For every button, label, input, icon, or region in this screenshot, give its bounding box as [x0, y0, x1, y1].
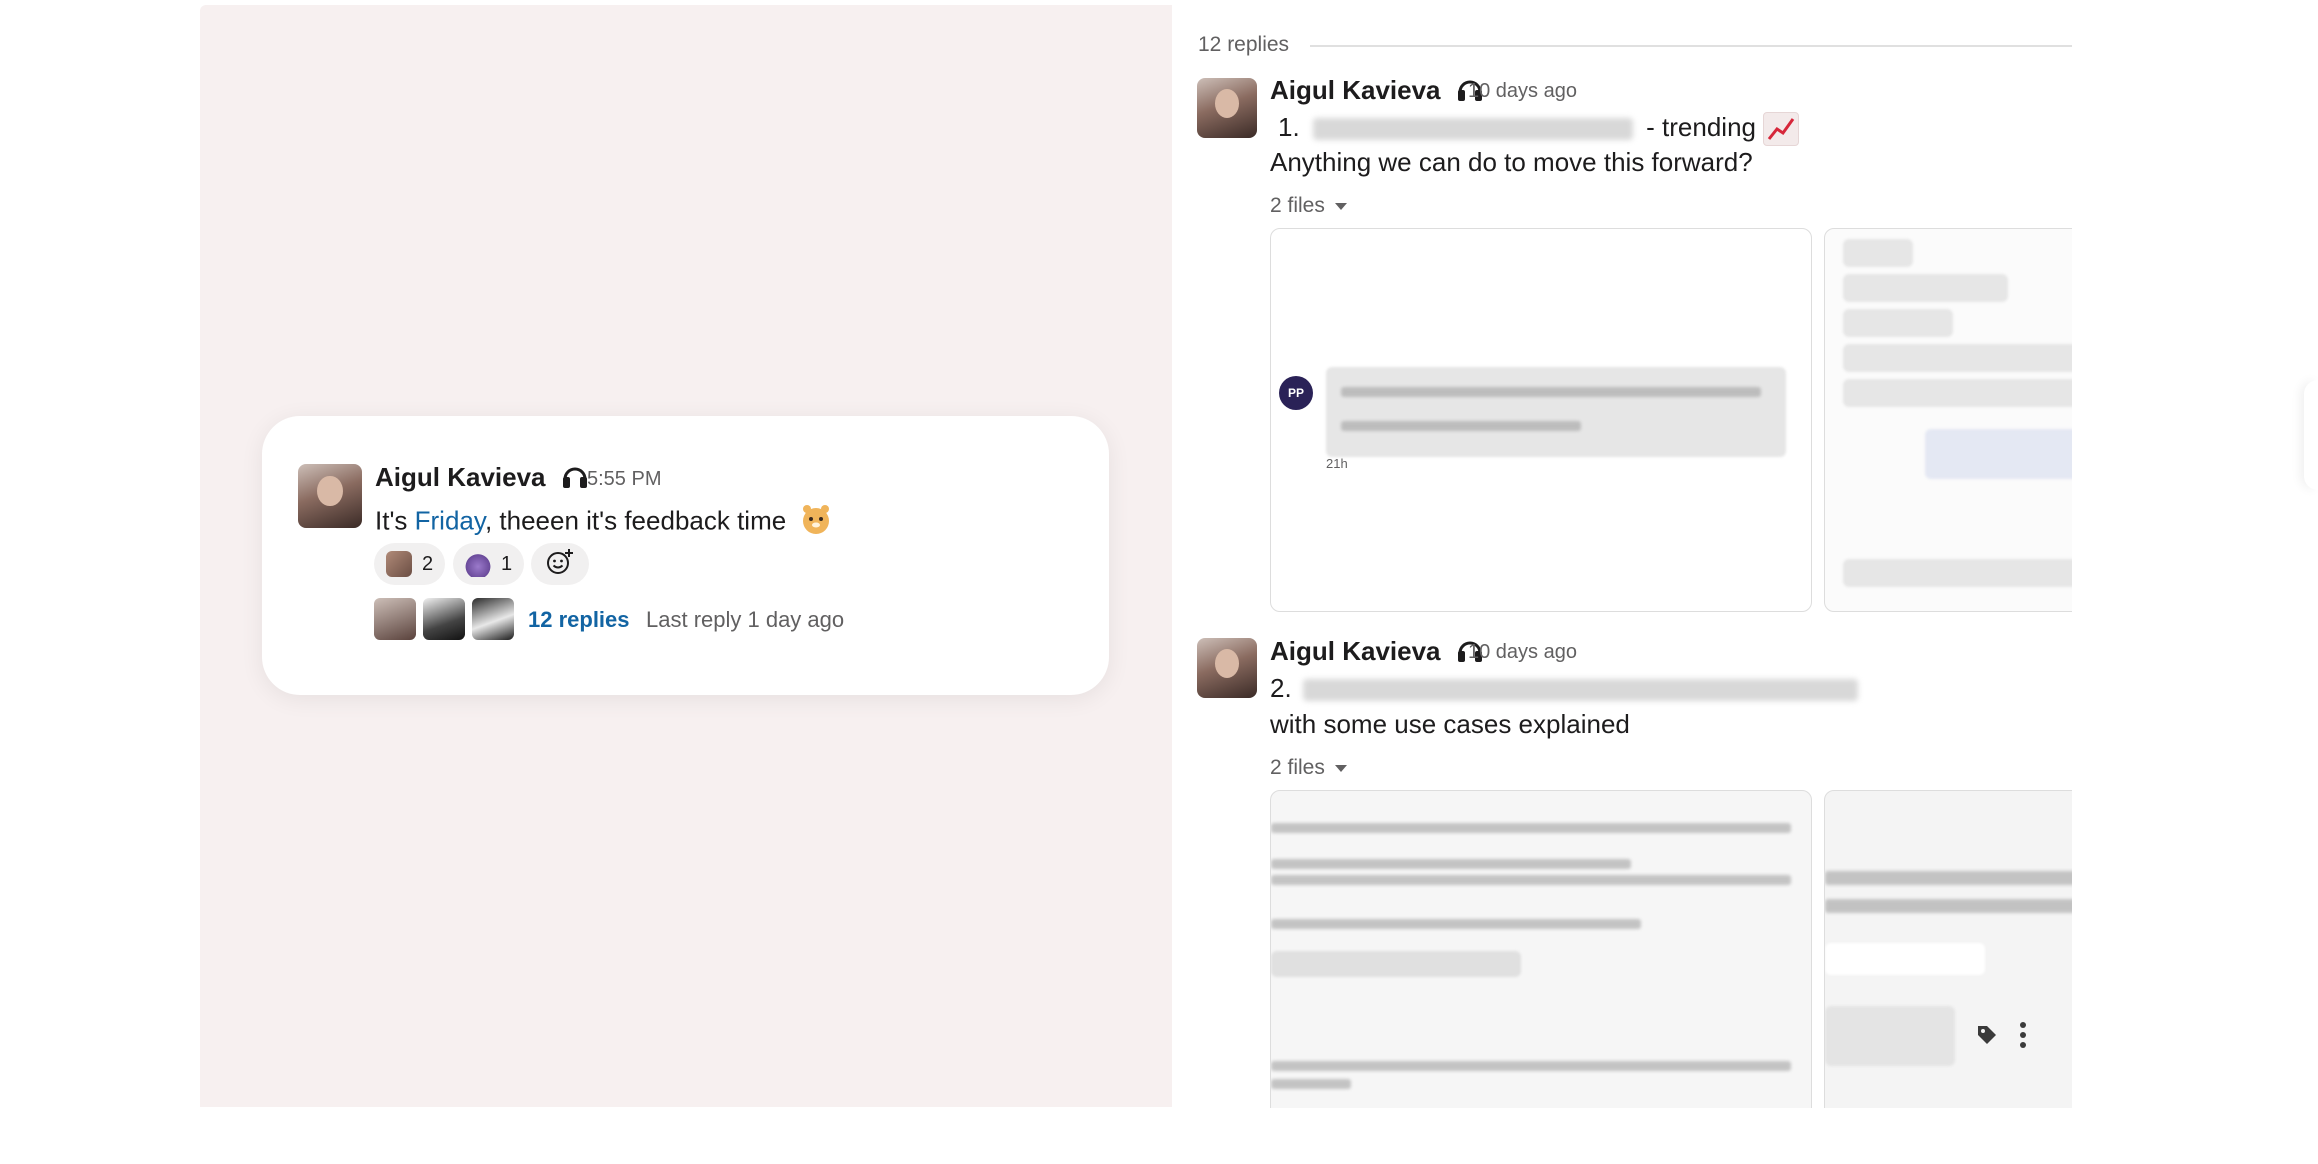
message-card[interactable]: Aigul Kavieva 5:55 PM It's Friday, theee…: [262, 416, 1109, 695]
scroll-edge: [2304, 380, 2318, 490]
replies-link[interactable]: 12 replies: [528, 607, 630, 633]
avatar[interactable]: [1197, 78, 1257, 138]
files-toggle[interactable]: 2 files: [1270, 756, 1347, 780]
redacted-text: [1302, 679, 1858, 702]
message-line: 1. - trending: [1278, 112, 1800, 147]
blurred-content: [1825, 871, 2072, 885]
reaction-button[interactable]: 1: [453, 543, 525, 585]
tag-icon: [1975, 1023, 1999, 1052]
blurred-content: [1271, 823, 1791, 833]
hamster-emoji-icon: [799, 502, 833, 543]
blurred-content: [1843, 344, 2072, 372]
blurred-content: [1271, 859, 1631, 869]
message-text: with some use cases explained: [1270, 709, 1630, 739]
file-preview[interactable]: [1824, 228, 2072, 612]
reply-avatar[interactable]: [374, 598, 416, 640]
blurred-content: [1271, 951, 1521, 977]
blurred-content: [1271, 875, 1791, 885]
file-preview[interactable]: [1824, 790, 2072, 1108]
blurred-content: [1271, 1061, 1791, 1071]
thread-panel: Aigul Kavieva 10 days ago 1. - trending …: [1172, 0, 2072, 1108]
files-toggle[interactable]: 2 files: [1270, 194, 1347, 218]
message-time[interactable]: 10 days ago: [1468, 80, 1577, 103]
blurred-content: [1825, 943, 1985, 975]
more-vertical-icon: [2019, 1021, 2027, 1054]
add-reaction-button[interactable]: [531, 543, 589, 585]
reaction-button[interactable]: 2: [374, 543, 446, 585]
message-time[interactable]: 5:55 PM: [587, 468, 661, 491]
author-name[interactable]: Aigul Kavieva: [1270, 636, 1484, 670]
author-name[interactable]: Aigul Kavieva: [375, 462, 589, 496]
caret-down-icon: [1334, 202, 1347, 210]
blurred-content: [1925, 429, 2072, 479]
caret-down-icon: [1334, 764, 1347, 772]
author-name[interactable]: Aigul Kavieva: [1270, 75, 1484, 109]
reply-avatar[interactable]: [423, 598, 465, 640]
blurred-content: [1326, 367, 1786, 457]
avatar[interactable]: [1197, 638, 1257, 698]
blurred-content: [1825, 899, 2072, 913]
message-text: It's Friday, theeen it's feedback time: [375, 502, 833, 543]
message-time[interactable]: 10 days ago: [1468, 641, 1577, 664]
blurred-content: [1271, 919, 1641, 929]
message-text: Anything we can do to move this forward?: [1270, 147, 1753, 177]
blurred-content: [1825, 1006, 1955, 1066]
avatar-badge: PP: [1279, 376, 1313, 410]
add-emoji-icon: [545, 547, 575, 582]
chart-increasing-icon: [1763, 112, 1800, 147]
friday-link[interactable]: Friday: [415, 505, 485, 535]
file-preview[interactable]: [1270, 790, 1812, 1108]
redacted-text: [1312, 118, 1633, 141]
headphones-icon: [561, 463, 589, 496]
reply-avatar[interactable]: [472, 598, 514, 640]
blurred-content: [1341, 387, 1761, 397]
preview-time: 21h: [1326, 456, 1348, 471]
message-line: 2.: [1270, 673, 1858, 704]
blurred-content: [1843, 274, 2008, 302]
last-reply-text: Last reply 1 day ago: [646, 607, 845, 632]
blurred-content: [1843, 379, 2072, 407]
blurred-content: [1843, 559, 2072, 587]
blurred-content: [1341, 421, 1581, 431]
blurred-content: [1271, 1079, 1351, 1089]
reaction-emoji-1-icon: [386, 551, 412, 577]
blurred-content: [1843, 309, 1953, 337]
blurred-content: [1843, 239, 1913, 267]
reaction-emoji-2-icon: [465, 551, 491, 577]
file-preview[interactable]: PP 21h: [1270, 228, 1812, 612]
avatar[interactable]: [298, 464, 362, 528]
